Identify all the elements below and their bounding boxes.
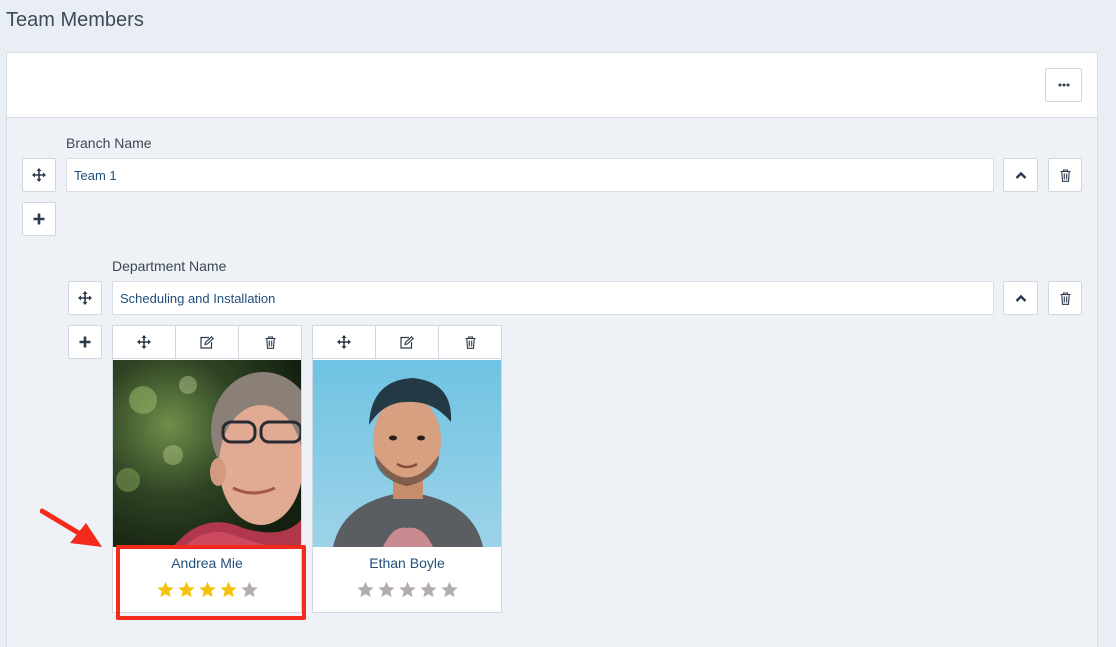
edit-icon (200, 335, 214, 349)
move-icon (32, 168, 46, 182)
ellipsis-icon (1058, 83, 1069, 87)
department-name-input[interactable] (112, 281, 994, 315)
branch-delete-button[interactable] (1048, 158, 1082, 192)
branch-name-input[interactable] (66, 158, 994, 192)
member-move-handle[interactable] (313, 326, 376, 358)
move-icon (337, 335, 351, 349)
trash-icon (1060, 291, 1070, 305)
star-empty-icon[interactable] (419, 581, 438, 599)
add-branch-button[interactable] (22, 202, 56, 236)
star-empty-icon[interactable] (398, 581, 417, 599)
member-card-toolbar (113, 326, 301, 359)
member-edit-button[interactable] (176, 326, 239, 358)
member-edit-button[interactable] (376, 326, 439, 358)
add-member-button[interactable] (68, 325, 102, 359)
member-card: Ethan Boyle (312, 325, 502, 613)
edit-icon (400, 335, 414, 349)
branch-name-label: Branch Name (66, 135, 152, 151)
trash-icon (1060, 168, 1070, 182)
plus-icon (79, 336, 91, 348)
trash-icon (265, 335, 275, 349)
page-title: Team Members (6, 9, 144, 31)
member-move-handle[interactable] (113, 326, 176, 358)
department-move-handle[interactable] (68, 281, 102, 315)
plus-icon (33, 213, 45, 225)
panel-header (7, 53, 1097, 118)
chevron-up-icon (1015, 171, 1026, 179)
member-photo (313, 360, 501, 547)
branch-move-handle[interactable] (22, 158, 56, 192)
member-name: Ethan Boyle (369, 555, 445, 571)
branch-collapse-button[interactable] (1003, 158, 1038, 192)
member-delete-button[interactable] (239, 326, 301, 358)
star-empty-icon[interactable] (356, 581, 375, 599)
star-empty-icon[interactable] (440, 581, 459, 599)
member-delete-button[interactable] (439, 326, 501, 358)
department-collapse-button[interactable] (1003, 281, 1038, 315)
chevron-up-icon (1015, 294, 1026, 302)
arrow-annotation-icon (40, 508, 102, 547)
move-icon (78, 291, 92, 305)
move-icon (137, 335, 151, 349)
member-rating (313, 581, 501, 599)
star-empty-icon[interactable] (377, 581, 396, 599)
department-delete-button[interactable] (1048, 281, 1082, 315)
member-card-toolbar (313, 326, 501, 359)
department-name-label: Department Name (112, 258, 227, 274)
more-options-button[interactable] (1045, 68, 1082, 102)
trash-icon (465, 335, 475, 349)
highlight-annotation-box (116, 545, 306, 620)
member-photo (113, 360, 301, 547)
